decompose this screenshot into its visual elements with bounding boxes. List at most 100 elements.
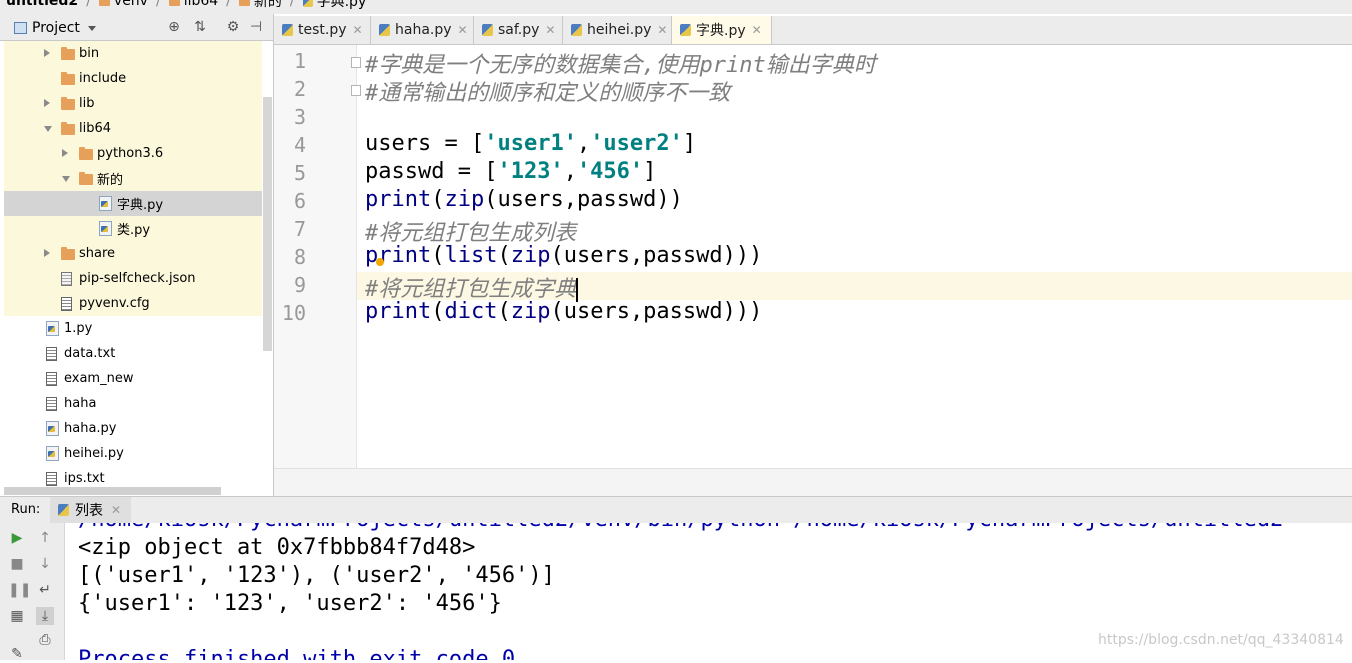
- py-file-icon: [46, 321, 59, 336]
- line-number: 6: [293, 189, 306, 213]
- tree-item-label: python3.6: [97, 146, 164, 161]
- scroll-end-icon[interactable]: ⤓: [36, 607, 54, 625]
- tab-label: saf.py: [498, 22, 540, 38]
- code-token: zip: [510, 299, 551, 324]
- chevron-right-icon[interactable]: [62, 149, 68, 157]
- project-tree: bin include lib lib64 python3.6 新的 字典.py 类.py sh…: [0, 41, 273, 496]
- code-token: ,: [576, 131, 591, 156]
- code-line[interactable]: print(dict(zip(users,passwd))): [365, 299, 762, 324]
- code-token: zip: [444, 187, 485, 212]
- tab-file[interactable]: saf.py ✕: [474, 16, 563, 44]
- tree-item-label: data.txt: [64, 346, 116, 361]
- tree-file[interactable]: exam_new: [0, 366, 262, 391]
- tree-horizontal-scrollbar[interactable]: [4, 487, 221, 495]
- code-token: ]: [643, 159, 657, 184]
- scroll-down-icon[interactable]: ↓: [36, 555, 54, 573]
- tree-folder[interactable]: include: [4, 66, 262, 91]
- py-file-icon: [482, 24, 493, 36]
- tree-scrollbar[interactable]: [263, 97, 272, 351]
- tree-file[interactable]: 字典.py: [4, 191, 262, 216]
- run-icon[interactable]: ▶: [8, 529, 26, 547]
- tree-folder[interactable]: lib64: [4, 116, 262, 141]
- run-tab[interactable]: 列表 ✕: [50, 497, 132, 523]
- tree-item-label: pip-selfcheck.json: [79, 271, 196, 286]
- tree-file[interactable]: haha.py: [0, 416, 262, 441]
- minimize-icon[interactable]: ⊣: [248, 19, 264, 35]
- chevron-down-icon: [87, 25, 96, 31]
- editor-gutter: 1 2 3 4 5 6 7 8 9 10: [274, 45, 361, 468]
- breadcrumb-item[interactable]: untitled2: [6, 0, 78, 9]
- line-number: 2: [293, 77, 306, 101]
- tree-folder[interactable]: share: [4, 241, 262, 266]
- fold-marker-icon[interactable]: [351, 57, 361, 68]
- tree-folder[interactable]: 新的: [4, 166, 262, 191]
- pause-icon[interactable]: ❚❚: [8, 581, 31, 599]
- code-line[interactable]: print(list(zip(users,passwd))): [365, 243, 762, 268]
- tab-file[interactable]: heihei.py ✕: [563, 16, 672, 44]
- tree-file[interactable]: pip-selfcheck.json: [4, 266, 262, 291]
- chevron-down-icon[interactable]: [44, 126, 52, 132]
- tree-file[interactable]: data.txt: [0, 341, 262, 366]
- tab-active-file[interactable]: 字典.py ✕: [672, 16, 772, 44]
- code-editor[interactable]: 1 2 3 4 5 6 7 8 9 10 #字典是一个无序的数据集合,使用print输出字典时 #通…: [274, 45, 1352, 468]
- bulb-icon[interactable]: [376, 258, 384, 266]
- close-icon[interactable]: ✕: [458, 23, 468, 37]
- text-file-icon: [46, 472, 57, 486]
- tree-file[interactable]: heihei.py: [0, 441, 262, 466]
- code-token: '123': [497, 159, 564, 184]
- line-number: 5: [293, 161, 306, 185]
- close-icon[interactable]: ✕: [657, 23, 667, 37]
- breadcrumb-item[interactable]: 字典.py: [302, 0, 367, 11]
- stop-icon[interactable]: ■: [8, 555, 26, 573]
- tree-file[interactable]: 类.py: [4, 216, 262, 241]
- breadcrumb-label: 字典.py: [316, 0, 367, 10]
- tree-folder[interactable]: bin: [4, 41, 262, 66]
- py-file-icon: [302, 0, 313, 7]
- code-line[interactable]: passwd = ['123','456']: [365, 159, 656, 184]
- close-icon[interactable]: ✕: [752, 23, 762, 37]
- code-token: (: [497, 299, 511, 324]
- code-token: #通常输出的顺序和定义的顺序不一致: [365, 81, 731, 106]
- project-view-selector[interactable]: Project: [14, 20, 96, 36]
- close-icon[interactable]: ✕: [111, 503, 121, 517]
- py-file-icon: [379, 24, 390, 36]
- line-number: 7: [293, 217, 306, 241]
- scroll-up-icon[interactable]: ↑: [36, 529, 54, 547]
- print-icon[interactable]: ⎙: [36, 631, 54, 649]
- project-toolbar: Project ⊕ ⇅ ⚙ ⊣: [0, 14, 273, 41]
- layout-icon[interactable]: ▦: [8, 607, 26, 625]
- code-token: '456': [576, 159, 644, 184]
- tree-folder[interactable]: python3.6: [4, 141, 262, 166]
- tree-file[interactable]: 1.py: [0, 316, 262, 341]
- gear-icon[interactable]: ⚙: [225, 19, 241, 35]
- breadcrumb-item[interactable]: 新的: [238, 0, 282, 11]
- code-line[interactable]: users = ['user1','user2']: [365, 131, 696, 156]
- tree-file[interactable]: pyvenv.cfg: [4, 291, 262, 316]
- code-token: (: [497, 243, 511, 268]
- folder-icon: [61, 72, 75, 85]
- code-line[interactable]: #通常输出的顺序和定义的顺序不一致: [365, 75, 730, 107]
- close-icon[interactable]: ✕: [353, 23, 363, 37]
- close-icon[interactable]: ✕: [545, 23, 555, 37]
- wrap-icon[interactable]: ↵: [36, 581, 54, 599]
- pin-icon[interactable]: ✎: [8, 645, 26, 663]
- console-output-line: {'user1': '123', 'user2': '456'}: [78, 591, 502, 616]
- breadcrumb-item[interactable]: venv: [98, 0, 148, 9]
- line-number: 1: [293, 49, 306, 73]
- chevron-right-icon[interactable]: [44, 49, 50, 57]
- tree-item-label: lib64: [79, 121, 112, 136]
- chevron-down-icon[interactable]: [62, 176, 70, 182]
- project-panel: Project ⊕ ⇅ ⚙ ⊣ bin include lib lib64 python…: [0, 14, 274, 496]
- collapse-icon[interactable]: ⇅: [192, 19, 208, 35]
- fold-marker-icon[interactable]: [351, 85, 361, 96]
- tab-file[interactable]: haha.py ✕: [371, 16, 474, 44]
- chevron-right-icon[interactable]: [44, 99, 50, 107]
- tree-file[interactable]: haha: [0, 391, 262, 416]
- breadcrumb-item[interactable]: lib64: [168, 0, 218, 9]
- tree-item-label: exam_new: [64, 371, 134, 386]
- locate-icon[interactable]: ⊕: [166, 19, 182, 35]
- chevron-right-icon[interactable]: [44, 249, 50, 257]
- code-line[interactable]: print(zip(users,passwd)): [365, 187, 683, 212]
- tree-folder[interactable]: lib: [4, 91, 262, 116]
- tab-file[interactable]: test.py ✕: [274, 16, 371, 44]
